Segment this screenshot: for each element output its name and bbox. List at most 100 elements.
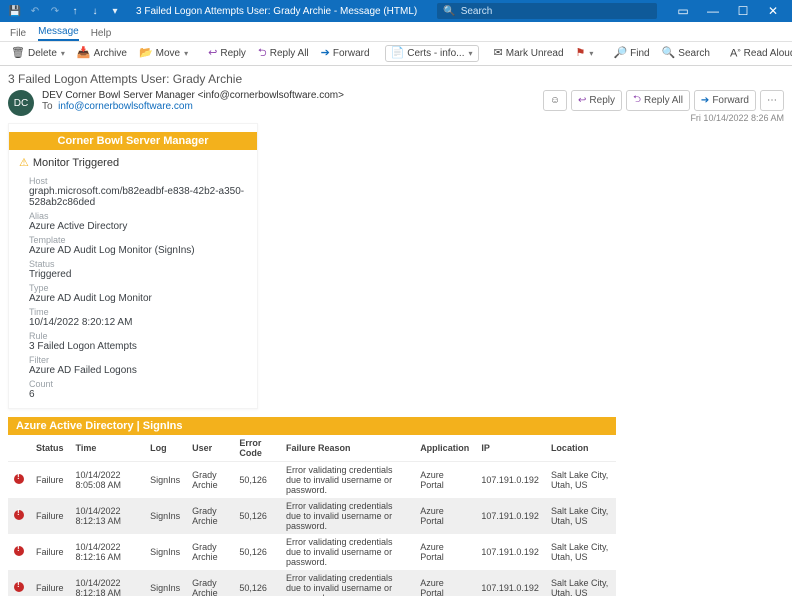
read-aloud-icon: A» — [730, 48, 741, 60]
header-forward-button[interactable]: ➔Forward — [694, 90, 756, 111]
header-reply-button[interactable]: ↩Reply — [571, 90, 622, 111]
archive-button[interactable]: 📥Archive — [72, 46, 132, 61]
field-value: Azure AD Audit Log Monitor — [29, 293, 245, 304]
search-icon: 🔍 — [662, 48, 676, 59]
header-reply-all-button[interactable]: ⮌Reply All — [626, 90, 690, 111]
table-row: Failure10/14/2022 8:12:18 AMSignInsGrady… — [8, 570, 616, 596]
alert-line: ⚠ Monitor Triggered — [9, 150, 257, 173]
arrow-up-icon[interactable]: ↑ — [68, 6, 82, 17]
table-header: Failure Reason — [280, 435, 414, 462]
panel-field: StatusTriggered — [9, 256, 257, 280]
emoji-button[interactable]: ☺ — [543, 90, 567, 111]
qat-dropdown-icon[interactable]: ▾ — [108, 6, 122, 17]
save-icon[interactable]: 💾 — [8, 6, 22, 17]
mark-unread-button[interactable]: ✉Mark Unread — [489, 46, 569, 61]
field-key: Template — [29, 235, 245, 245]
table-cell: Salt Lake City, Utah, US — [545, 462, 616, 499]
from-line: DEV Corner Bowl Server Manager <info@cor… — [42, 90, 535, 101]
table-cell: 50,126 — [233, 498, 280, 534]
title-search-box[interactable]: 🔍 Search — [437, 3, 657, 19]
read-aloud-button[interactable]: A»Read Aloud — [725, 46, 792, 62]
reply-icon: ↩ — [208, 48, 217, 59]
find-icon: 🔎 — [613, 48, 627, 59]
table-cell: Azure Portal — [414, 570, 475, 596]
field-value: 10/14/2022 8:20:12 AM — [29, 317, 245, 328]
field-key: Alias — [29, 211, 245, 221]
forward-button[interactable]: ➔Forward — [316, 46, 375, 61]
warning-icon: ⚠ — [19, 156, 29, 169]
table-title: Azure Active Directory | SignIns — [8, 417, 616, 435]
panel-field: FilterAzure AD Failed Logons — [9, 352, 257, 376]
maximize-icon[interactable]: ☐ — [728, 0, 758, 22]
table-header: Error Code — [233, 435, 280, 462]
table-cell: Grady Archie — [186, 570, 233, 596]
error-icon — [14, 546, 24, 556]
trash-icon: 🗑 — [11, 48, 25, 59]
table-cell: 50,126 — [233, 570, 280, 596]
field-value: graph.microsoft.com/b82eadbf-e838-42b2-a… — [29, 186, 245, 208]
folder-move-icon: 📂 — [139, 48, 153, 59]
arrow-down-icon[interactable]: ↓ — [88, 6, 102, 17]
table-cell: Grady Archie — [186, 534, 233, 570]
find-button[interactable]: 🔎Find — [608, 46, 654, 61]
table-header: Time — [70, 435, 145, 462]
quicksteps-button[interactable]: 📄Certs - info...▾ — [385, 45, 479, 62]
tab-message[interactable]: Message — [38, 26, 79, 41]
panel-field: Hostgraph.microsoft.com/b82eadbf-e838-42… — [9, 173, 257, 208]
table-cell: 50,126 — [233, 462, 280, 499]
reply-all-button[interactable]: ⮌Reply All — [253, 46, 314, 61]
header-more-button[interactable]: ⋯ — [760, 90, 784, 111]
search-icon: 🔍 — [443, 6, 455, 17]
delete-button[interactable]: 🗑Delete▾ — [6, 46, 70, 61]
move-button[interactable]: 📂Move▾ — [134, 46, 193, 61]
reply-all-icon: ⮌ — [258, 48, 267, 59]
panel-field: AliasAzure Active Directory — [9, 208, 257, 232]
table-cell: 10/14/2022 8:12:16 AM — [70, 534, 145, 570]
flag-icon: ⚑ — [576, 48, 586, 59]
table-cell: Failure — [30, 570, 70, 596]
close-icon[interactable]: ✕ — [758, 0, 788, 22]
mail-icon: ✉ — [494, 48, 503, 59]
reply-button[interactable]: ↩Reply — [203, 46, 251, 61]
table-cell: Failure — [30, 498, 70, 534]
error-icon — [14, 474, 24, 484]
field-key: Type — [29, 283, 245, 293]
titlebar: 💾 ↶ ↷ ↑ ↓ ▾ 3 Failed Logon Attempts User… — [0, 0, 792, 22]
table-cell: 107.191.0.192 — [475, 498, 545, 534]
reply-icon: ↩ — [578, 95, 586, 106]
table-cell: Failure — [30, 534, 70, 570]
table-cell: Azure Portal — [414, 462, 475, 499]
signins-table: StatusTimeLogUserError CodeFailure Reaso… — [8, 435, 616, 596]
table-cell: Error validating credentials due to inva… — [280, 570, 414, 596]
flag-button[interactable]: ⚑▾ — [571, 46, 599, 61]
redo-icon[interactable]: ↷ — [48, 6, 62, 17]
reply-all-icon: ⮌ — [633, 92, 641, 109]
to-line: To info@cornerbowlsoftware.com — [42, 101, 535, 112]
archive-icon: 📥 — [77, 48, 91, 59]
table-header: User — [186, 435, 233, 462]
tab-file[interactable]: File — [10, 28, 26, 41]
search-button[interactable]: 🔍Search — [657, 46, 715, 61]
ribbon-display-icon[interactable]: ▭ — [668, 0, 698, 22]
table-cell: 10/14/2022 8:12:18 AM — [70, 570, 145, 596]
minimize-icon[interactable]: — — [698, 0, 728, 22]
table-header: Status — [30, 435, 70, 462]
table-cell: SignIns — [144, 462, 186, 499]
undo-icon[interactable]: ↶ — [28, 6, 42, 17]
table-cell: Grady Archie — [186, 462, 233, 499]
to-address: info@cornerbowlsoftware.com — [58, 101, 193, 112]
table-cell: Azure Portal — [414, 498, 475, 534]
field-value: Azure AD Failed Logons — [29, 365, 245, 376]
field-value: 3 Failed Logon Attempts — [29, 341, 245, 352]
message-header-row: DC DEV Corner Bowl Server Manager <info@… — [8, 90, 784, 123]
tab-help[interactable]: Help — [91, 28, 112, 41]
error-icon — [14, 582, 24, 592]
error-icon — [14, 510, 24, 520]
table-header: IP — [475, 435, 545, 462]
table-header — [8, 435, 30, 462]
header-actions: ☺ ↩Reply ⮌Reply All ➔Forward ⋯ Fri 10/14… — [543, 90, 784, 123]
panel-field: TypeAzure AD Audit Log Monitor — [9, 280, 257, 304]
ellipsis-icon: ⋯ — [767, 95, 777, 106]
table-cell: 10/14/2022 8:05:08 AM — [70, 462, 145, 499]
table-header: Location — [545, 435, 616, 462]
